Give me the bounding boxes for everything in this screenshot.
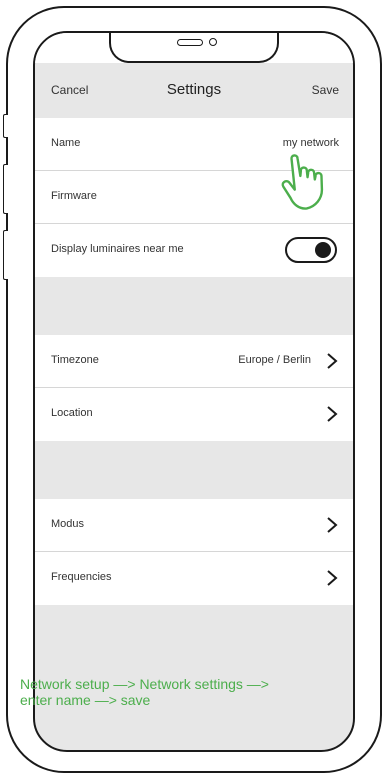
row-location[interactable]: Location xyxy=(35,388,353,441)
name-value: my network xyxy=(282,137,339,149)
row-frequencies[interactable]: Frequencies xyxy=(35,552,353,605)
notch xyxy=(109,33,279,63)
row-label: Firmware xyxy=(51,190,97,202)
row-modus[interactable]: Modus xyxy=(35,499,353,552)
display-luminaires-toggle[interactable] xyxy=(285,237,337,263)
speaker-icon xyxy=(177,39,203,46)
chevron-right-icon xyxy=(327,353,338,369)
instruction-caption: Network setup —> Network settings —> ent… xyxy=(20,676,320,708)
row-label: Timezone xyxy=(51,354,99,366)
timezone-value: Europe / Berlin xyxy=(238,354,311,366)
pointing-hand-icon xyxy=(281,154,324,210)
side-button-mute xyxy=(3,114,8,138)
toggle-knob xyxy=(315,242,331,258)
row-label: Frequencies xyxy=(51,571,112,583)
row-label: Modus xyxy=(51,518,85,530)
phone-screen: Cancel Settings Save Name my network Fir… xyxy=(33,31,355,752)
cancel-button[interactable]: Cancel xyxy=(51,83,88,97)
chevron-right-icon xyxy=(327,406,338,422)
nav-bar: Cancel Settings Save xyxy=(35,71,353,111)
side-button-volume-up xyxy=(3,164,8,214)
row-label: Location xyxy=(51,407,93,419)
row-label: Name xyxy=(51,137,81,149)
row-label: Display luminaires near me xyxy=(51,243,184,255)
save-button[interactable]: Save xyxy=(312,83,339,97)
row-display-luminaires: Display luminaires near me xyxy=(35,224,353,277)
camera-icon xyxy=(209,38,217,46)
row-timezone[interactable]: Timezone Europe / Berlin xyxy=(35,335,353,388)
caption-line-2: enter name —> save xyxy=(20,692,151,708)
chevron-right-icon xyxy=(327,517,338,533)
side-button-volume-down xyxy=(3,230,8,280)
chevron-right-icon xyxy=(327,570,338,586)
caption-line-1: Network setup —> Network settings —> xyxy=(20,676,269,692)
